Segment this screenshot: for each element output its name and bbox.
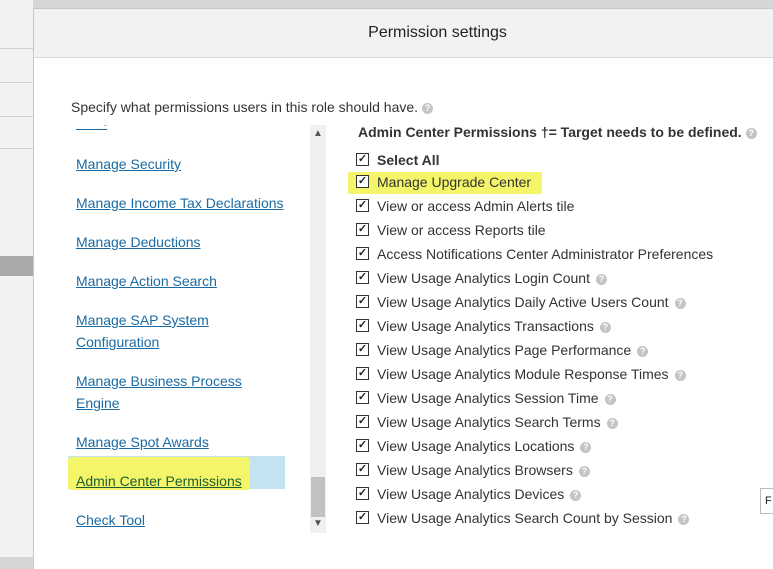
- permission-row[interactable]: ✓ View Usage Analytics Daily Active Users…: [356, 291, 686, 313]
- cut-off-link: -: [76, 125, 108, 131]
- background-divider: [0, 116, 33, 117]
- scroll-down-icon[interactable]: ▼: [310, 517, 326, 531]
- category-manage-spot-awards[interactable]: Manage Spot Awards: [76, 431, 209, 453]
- help-icon[interactable]: ?: [570, 489, 582, 501]
- scroll-thumb[interactable]: [311, 477, 325, 517]
- permission-row[interactable]: ✓ View Usage Analytics Login Count?: [356, 267, 607, 289]
- instructions-text: Specify what permissions users in this r…: [71, 99, 434, 115]
- help-icon[interactable]: ?: [599, 321, 611, 333]
- permission-label: View Usage Analytics Login Count: [377, 270, 590, 286]
- background-page: [0, 0, 33, 557]
- permission-label: View Usage Analytics Locations: [377, 438, 575, 454]
- permission-label: View Usage Analytics Browsers: [377, 462, 573, 478]
- permission-label: View Usage Analytics Session Time: [377, 390, 599, 406]
- permission-row[interactable]: ✓ View or access Reports tile: [356, 219, 546, 241]
- permission-label: View Usage Analytics Search Terms: [377, 414, 601, 430]
- category-label-line2: Engine: [76, 395, 120, 411]
- help-icon[interactable]: ?: [674, 369, 686, 381]
- help-icon[interactable]: ?: [578, 465, 590, 477]
- permission-checkbox[interactable]: ✓: [356, 222, 369, 236]
- permission-row[interactable]: ✓ View Usage Analytics Page Performance?: [356, 339, 649, 361]
- permission-checkbox[interactable]: ✓: [356, 486, 369, 500]
- permissions-header-text: Admin Center Permissions †= Target needs…: [358, 124, 742, 140]
- category-manage-security[interactable]: Manage Security: [76, 153, 181, 175]
- permission-label: View Usage Analytics Transactions: [377, 318, 594, 334]
- side-text-field[interactable]: F: [760, 488, 773, 514]
- category-manage-deductions[interactable]: Manage Deductions: [76, 231, 201, 253]
- permission-checkbox[interactable]: ✓: [356, 414, 369, 428]
- category-admin-center-permissions[interactable]: Admin Center Permissions: [76, 470, 242, 492]
- permission-row[interactable]: ✓ View or access Admin Alerts tile: [356, 195, 574, 217]
- help-icon[interactable]: ?: [637, 345, 649, 357]
- category-manage-business-process-engine[interactable]: Manage Business Process Engine: [76, 370, 242, 414]
- help-icon[interactable]: ?: [580, 441, 592, 453]
- category-manage-action-search[interactable]: Manage Action Search: [76, 270, 217, 292]
- permission-checkbox[interactable]: ✓: [356, 246, 369, 260]
- permission-checkbox[interactable]: ✓: [356, 270, 369, 284]
- permission-row[interactable]: ✓ View Usage Analytics Transactions?: [356, 315, 611, 337]
- permission-row[interactable]: ✓ Access Notifications Center Administrat…: [356, 243, 713, 265]
- permission-row[interactable]: ✓ Manage Upgrade Center: [356, 171, 531, 193]
- help-icon[interactable]: ?: [604, 393, 616, 405]
- help-icon[interactable]: ?: [678, 513, 690, 525]
- permission-checkbox[interactable]: ✓: [356, 174, 369, 188]
- help-icon[interactable]: ?: [606, 417, 618, 429]
- permission-label: View Usage Analytics Daily Active Users …: [377, 294, 669, 310]
- select-all-label: Select All: [377, 152, 440, 168]
- permission-row[interactable]: ✓ View Usage Analytics Search Count by Se…: [356, 507, 690, 529]
- category-label-line1: Manage Business Process: [76, 373, 242, 389]
- permission-label: View or access Admin Alerts tile: [377, 198, 575, 214]
- background-divider: [0, 148, 33, 149]
- instructions-label: Specify what permissions users in this r…: [71, 99, 419, 115]
- select-all-row[interactable]: ✓ Select All: [356, 149, 440, 171]
- category-list: - Manage Security Manage Income Tax Decl…: [68, 125, 312, 533]
- dialog-title: Permission settings: [368, 24, 507, 41]
- permission-checkbox[interactable]: ✓: [356, 510, 369, 524]
- permission-checkbox[interactable]: ✓: [356, 342, 369, 356]
- help-icon[interactable]: ?: [745, 127, 757, 139]
- permission-checkbox[interactable]: ✓: [356, 438, 369, 452]
- permission-row[interactable]: ✓ View Usage Analytics Locations?: [356, 435, 592, 457]
- permission-checkbox[interactable]: ✓: [356, 366, 369, 380]
- permission-checkbox[interactable]: ✓: [356, 462, 369, 476]
- category-manage-sap-system-configuration[interactable]: Manage SAP System Configuration: [76, 309, 209, 353]
- permission-checkbox[interactable]: ✓: [356, 294, 369, 308]
- help-icon[interactable]: ?: [674, 297, 686, 309]
- permission-row[interactable]: ✓ View Usage Analytics Search Terms?: [356, 411, 618, 433]
- category-label-line2: Configuration: [76, 334, 160, 350]
- category-manage-income-tax-declarations[interactable]: Manage Income Tax Declarations: [76, 192, 284, 214]
- select-all-checkbox[interactable]: ✓: [356, 152, 369, 166]
- permission-label: View or access Reports tile: [377, 222, 546, 238]
- permission-label: View Usage Analytics Module Response Tim…: [377, 366, 669, 382]
- help-icon[interactable]: ?: [422, 102, 434, 114]
- permission-label: Manage Upgrade Center: [377, 174, 532, 190]
- permission-label: View Usage Analytics Devices: [377, 486, 565, 502]
- category-check-tool[interactable]: Check Tool: [76, 509, 145, 531]
- background-band: [0, 256, 33, 276]
- permission-label: View Usage Analytics Page Performance: [377, 342, 632, 358]
- dialog-header: Permission settings: [34, 9, 773, 58]
- permission-label: View Usage Analytics Search Count by Ses…: [377, 510, 673, 526]
- background-divider: [0, 82, 33, 83]
- category-label-line1: Manage SAP System: [76, 312, 209, 328]
- permission-row[interactable]: ✓ View Usage Analytics Module Response Ti…: [356, 363, 686, 385]
- permission-row[interactable]: ✓ View Usage Analytics Browsers?: [356, 459, 590, 481]
- permission-row[interactable]: ✓ View Usage Analytics Devices?: [356, 483, 582, 505]
- permission-checkbox[interactable]: ✓: [356, 318, 369, 332]
- category-scrollbar[interactable]: ▲ ▼: [310, 125, 326, 533]
- background-divider: [0, 48, 33, 49]
- permission-settings-dialog: Permission settings Specify what permiss…: [33, 8, 773, 569]
- permission-checkbox[interactable]: ✓: [356, 390, 369, 404]
- permission-label: Access Notifications Center Administrato…: [377, 246, 714, 262]
- scroll-up-icon[interactable]: ▲: [310, 127, 326, 141]
- permissions-header: Admin Center Permissions †= Target needs…: [358, 124, 757, 140]
- help-icon[interactable]: ?: [595, 273, 607, 285]
- permission-row[interactable]: ✓ View Usage Analytics Session Time?: [356, 387, 616, 409]
- permission-checkbox[interactable]: ✓: [356, 198, 369, 212]
